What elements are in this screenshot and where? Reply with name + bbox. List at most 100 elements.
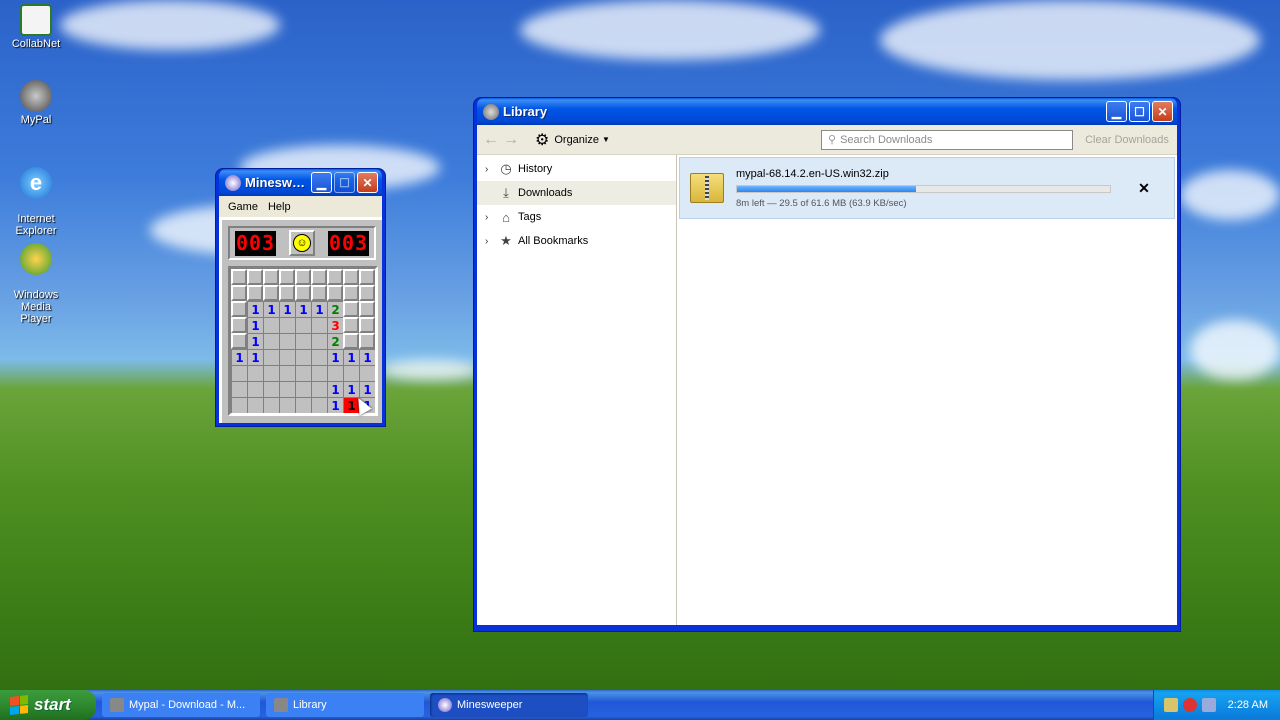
mine-cell[interactable]	[263, 269, 279, 285]
mine-cell[interactable]	[327, 285, 343, 301]
mine-cell[interactable]	[311, 269, 327, 285]
mine-cell[interactable]	[343, 269, 359, 285]
mine-cell: 1	[231, 349, 247, 365]
mine-cell	[279, 397, 295, 413]
window-title: Library	[503, 104, 548, 119]
mine-cell: 1	[359, 349, 375, 365]
windows-logo-icon	[10, 695, 28, 715]
chevron-right-icon[interactable]: ›	[485, 164, 497, 175]
download-item[interactable]: mypal-68.14.2.en-US.win32.zip 8m left — …	[679, 157, 1175, 219]
mine-cell: 1	[343, 381, 359, 397]
smiley-icon: ☺	[293, 234, 311, 252]
library-window: Library ▁ ☐ ✕ ← → ⚙ Organize ▼ ⚲ Search …	[474, 98, 1180, 631]
mine-cell[interactable]	[359, 285, 375, 301]
library-sidebar: › ◷ History ⤓ Downloads › ⌂ Tags › ★ All…	[477, 155, 677, 625]
safely-remove-icon[interactable]	[1202, 698, 1216, 712]
cancel-download-button[interactable]: ✕	[1132, 180, 1156, 197]
mine-cell[interactable]	[343, 285, 359, 301]
desktop-icon-label: Windows Media Player	[13, 289, 59, 325]
mine-cell: 1	[247, 349, 263, 365]
taskbar-item-library[interactable]: Library	[266, 693, 424, 717]
mine-cell[interactable]	[247, 285, 263, 301]
mine-cell	[311, 365, 327, 381]
mine-cell[interactable]	[279, 285, 295, 301]
download-icon: ⤓	[503, 185, 509, 200]
sidebar-item-all-bookmarks[interactable]: › ★ All Bookmarks	[477, 229, 676, 253]
mine-cell	[343, 365, 359, 381]
mine-cell	[311, 381, 327, 397]
desktop-icon-windows-media-player[interactable]: Windows Media Player	[0, 231, 72, 325]
network-icon[interactable]	[1164, 698, 1178, 712]
mine-cell	[311, 349, 327, 365]
mine-cell[interactable]	[247, 269, 263, 285]
maximize-button[interactable]: ☐	[1129, 101, 1150, 122]
sidebar-item-label: History	[518, 163, 553, 175]
menu-help[interactable]: Help	[263, 199, 296, 215]
mine-cell[interactable]	[359, 301, 375, 317]
mine-cell[interactable]	[231, 317, 247, 333]
title-bar[interactable]: Library ▁ ☐ ✕	[477, 98, 1177, 125]
taskbar-item-minesweeper[interactable]: Minesweeper	[430, 693, 588, 717]
sidebar-item-tags[interactable]: › ⌂ Tags	[477, 205, 676, 229]
mine-cell[interactable]	[359, 333, 375, 349]
mine-cell	[295, 365, 311, 381]
close-button[interactable]: ✕	[357, 172, 378, 193]
mine-cell[interactable]	[343, 333, 359, 349]
collabnet-icon	[20, 4, 52, 36]
search-placeholder: Search Downloads	[840, 133, 933, 146]
mine-cell[interactable]	[343, 317, 359, 333]
sidebar-item-downloads[interactable]: ⤓ Downloads	[477, 181, 676, 205]
mine-cell	[231, 365, 247, 381]
mine-cell[interactable]	[231, 333, 247, 349]
taskbar-item-mypal[interactable]: Mypal - Download - M...	[102, 693, 260, 717]
close-button[interactable]: ✕	[1152, 101, 1173, 122]
forward-arrow-icon[interactable]: →	[501, 130, 521, 150]
start-button[interactable]: start	[0, 690, 96, 720]
mine-cell: 1	[327, 397, 343, 413]
title-bar[interactable]: Minesweeper ▁ ☐ ✕	[219, 169, 382, 196]
minimize-button[interactable]: ▁	[311, 172, 332, 193]
new-game-button[interactable]: ☺	[289, 230, 315, 256]
mine-cell[interactable]	[295, 269, 311, 285]
mine-cell: 1	[263, 301, 279, 317]
mine-cell[interactable]	[359, 269, 375, 285]
mine-cell	[263, 317, 279, 333]
mine-cell[interactable]	[231, 285, 247, 301]
taskbar: start Mypal - Download - M... Library Mi…	[0, 690, 1280, 720]
search-input[interactable]: ⚲ Search Downloads	[821, 129, 1073, 150]
mypal-icon	[110, 698, 124, 712]
mine-cell	[327, 365, 343, 381]
mine-cell[interactable]	[343, 301, 359, 317]
security-shield-icon[interactable]	[1183, 698, 1197, 712]
clear-downloads-button[interactable]: Clear Downloads	[1081, 134, 1173, 146]
organize-button[interactable]: ⚙ Organize ▼	[535, 130, 610, 150]
minimize-button[interactable]: ▁	[1106, 101, 1127, 122]
minesweeper-icon	[225, 174, 241, 191]
desktop-icon-collabnet[interactable]: CollabNet	[0, 4, 72, 50]
minesweeper-icon	[438, 698, 452, 712]
tag-icon: ⌂	[502, 209, 510, 225]
mine-cell[interactable]	[295, 285, 311, 301]
sidebar-item-label: All Bookmarks	[518, 235, 589, 247]
sidebar-item-history[interactable]: › ◷ History	[477, 157, 676, 181]
mine-cell	[231, 397, 247, 413]
desktop-icon-internet-explorer[interactable]: e Internet Explorer	[0, 155, 72, 237]
mine-cell	[279, 317, 295, 333]
back-arrow-icon[interactable]: ←	[481, 130, 501, 150]
mine-cell: 1	[247, 333, 263, 349]
mine-cell[interactable]	[231, 269, 247, 285]
desktop-icon-mypal[interactable]: MyPal	[0, 80, 72, 126]
mine-cell[interactable]	[359, 317, 375, 333]
download-progress-bar	[736, 184, 1111, 193]
menu-game[interactable]: Game	[223, 199, 263, 215]
mine-cell: 1	[279, 301, 295, 317]
star-icon: ★	[500, 233, 512, 248]
mine-cell[interactable]	[263, 285, 279, 301]
mine-cell[interactable]	[279, 269, 295, 285]
chevron-right-icon[interactable]: ›	[485, 212, 497, 223]
mine-cell[interactable]	[311, 285, 327, 301]
mine-cell[interactable]	[231, 301, 247, 317]
window-title: Minesweeper	[245, 175, 309, 190]
chevron-right-icon[interactable]: ›	[485, 236, 497, 247]
mine-cell[interactable]	[327, 269, 343, 285]
